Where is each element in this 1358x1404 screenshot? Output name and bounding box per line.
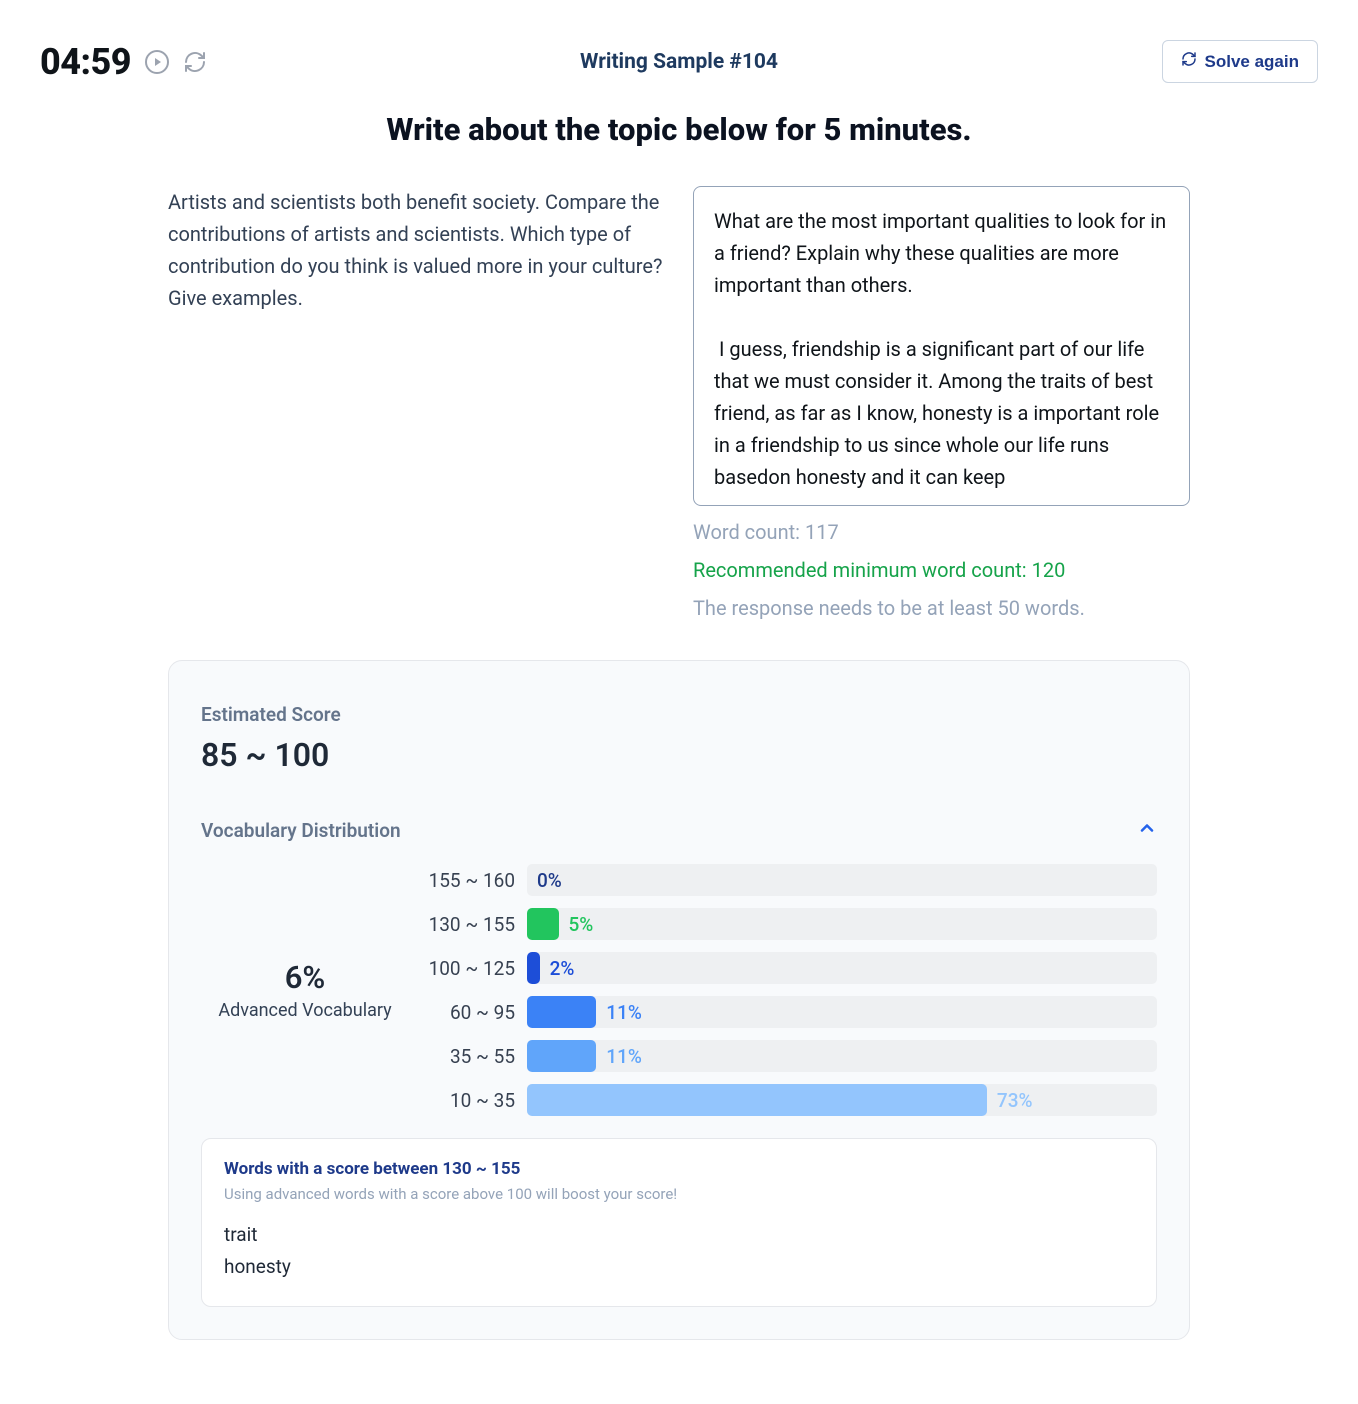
chart-category: 155 ~ 160 bbox=[417, 869, 515, 892]
refresh-icon[interactable] bbox=[183, 50, 207, 74]
chart-rows: 155 ~ 160 0% 130 ~ 155 5% 100 ~ 125 2% 60 ~ 95… bbox=[417, 864, 1157, 1116]
bar-track: 0% bbox=[527, 864, 1157, 896]
refresh-icon bbox=[1181, 51, 1197, 72]
solve-again-label: Solve again bbox=[1205, 52, 1299, 72]
solve-again-button[interactable]: Solve again bbox=[1162, 40, 1318, 83]
page-title: Writing Sample #104 bbox=[580, 50, 778, 74]
chart-row: 130 ~ 155 5% bbox=[417, 908, 1157, 940]
bar-track: 73% bbox=[527, 1084, 1157, 1116]
bar-fill bbox=[527, 952, 540, 984]
bar-track: 11% bbox=[527, 1040, 1157, 1072]
chevron-up-icon[interactable] bbox=[1137, 818, 1157, 842]
vocab-title: Vocabulary Distribution bbox=[201, 819, 401, 842]
tip-title: Words with a score between 130 ~ 155 bbox=[224, 1159, 1134, 1179]
timer-group: 04:59 bbox=[40, 41, 207, 83]
bar-value-label: 11% bbox=[606, 1001, 642, 1024]
prompt-text: Artists and scientists both benefit soci… bbox=[168, 186, 665, 620]
timer-display: 04:59 bbox=[40, 41, 131, 83]
bar-fill bbox=[527, 1040, 596, 1072]
bar-track: 11% bbox=[527, 996, 1157, 1028]
play-icon[interactable] bbox=[145, 50, 169, 74]
bar-fill bbox=[527, 908, 559, 940]
tip-box: Words with a score between 130 ~ 155 Usi… bbox=[201, 1138, 1157, 1307]
bar-value-label: 0% bbox=[537, 869, 562, 892]
recommended-count: Recommended minimum word count: 120 bbox=[693, 558, 1190, 582]
bar-track: 5% bbox=[527, 908, 1157, 940]
prompt-heading: Write about the topic below for 5 minute… bbox=[40, 111, 1318, 148]
advanced-summary: 6% Advanced Vocabulary bbox=[201, 959, 417, 1021]
chart-row: 35 ~ 55 11% bbox=[417, 1040, 1157, 1072]
chart-category: 100 ~ 125 bbox=[417, 957, 515, 980]
score-title: Estimated Score bbox=[201, 703, 1157, 726]
score-range: 85 ~ 100 bbox=[201, 736, 1157, 774]
bar-value-label: 73% bbox=[997, 1089, 1033, 1112]
bar-value-label: 5% bbox=[569, 913, 594, 936]
top-bar: 04:59 Writing Sample #104 Solve again bbox=[40, 40, 1318, 83]
bar-fill bbox=[527, 996, 596, 1028]
vocab-header: Vocabulary Distribution bbox=[201, 818, 1157, 842]
vocab-chart: 6% Advanced Vocabulary 155 ~ 160 0% 130 ~ … bbox=[201, 864, 1157, 1116]
chart-category: 10 ~ 35 bbox=[417, 1089, 515, 1112]
content-row: Artists and scientists both benefit soci… bbox=[40, 186, 1318, 620]
tip-subtitle: Using advanced words with a score above … bbox=[224, 1185, 1134, 1203]
chart-row: 155 ~ 160 0% bbox=[417, 864, 1157, 896]
tip-words: traithonesty bbox=[224, 1219, 1134, 1284]
bar-value-label: 2% bbox=[550, 957, 575, 980]
advanced-pct: 6% bbox=[201, 959, 409, 996]
score-card: Estimated Score 85 ~ 100 Vocabulary Dist… bbox=[168, 660, 1190, 1340]
bar-track: 2% bbox=[527, 952, 1157, 984]
min-words-note: The response needs to be at least 50 wor… bbox=[693, 596, 1190, 620]
bar-value-label: 11% bbox=[606, 1045, 642, 1068]
bar-fill bbox=[527, 1084, 987, 1116]
chart-category: 60 ~ 95 bbox=[417, 1001, 515, 1024]
chart-row: 10 ~ 35 73% bbox=[417, 1084, 1157, 1116]
answer-textarea[interactable]: What are the most important qualities to… bbox=[693, 186, 1190, 506]
tip-word: honesty bbox=[224, 1251, 1134, 1283]
chart-category: 130 ~ 155 bbox=[417, 913, 515, 936]
chart-category: 35 ~ 55 bbox=[417, 1045, 515, 1068]
chart-row: 100 ~ 125 2% bbox=[417, 952, 1157, 984]
tip-word: trait bbox=[224, 1219, 1134, 1251]
chart-row: 60 ~ 95 11% bbox=[417, 996, 1157, 1028]
advanced-label: Advanced Vocabulary bbox=[201, 1000, 409, 1021]
answer-column: What are the most important qualities to… bbox=[693, 186, 1190, 620]
word-count: Word count: 117 bbox=[693, 520, 1190, 544]
